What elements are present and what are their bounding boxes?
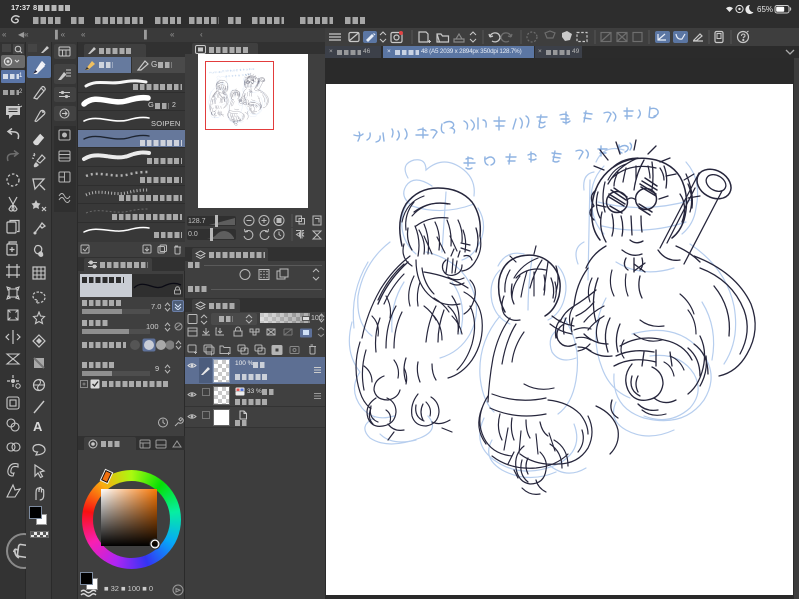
svg-text:65%: 65%	[757, 5, 773, 14]
